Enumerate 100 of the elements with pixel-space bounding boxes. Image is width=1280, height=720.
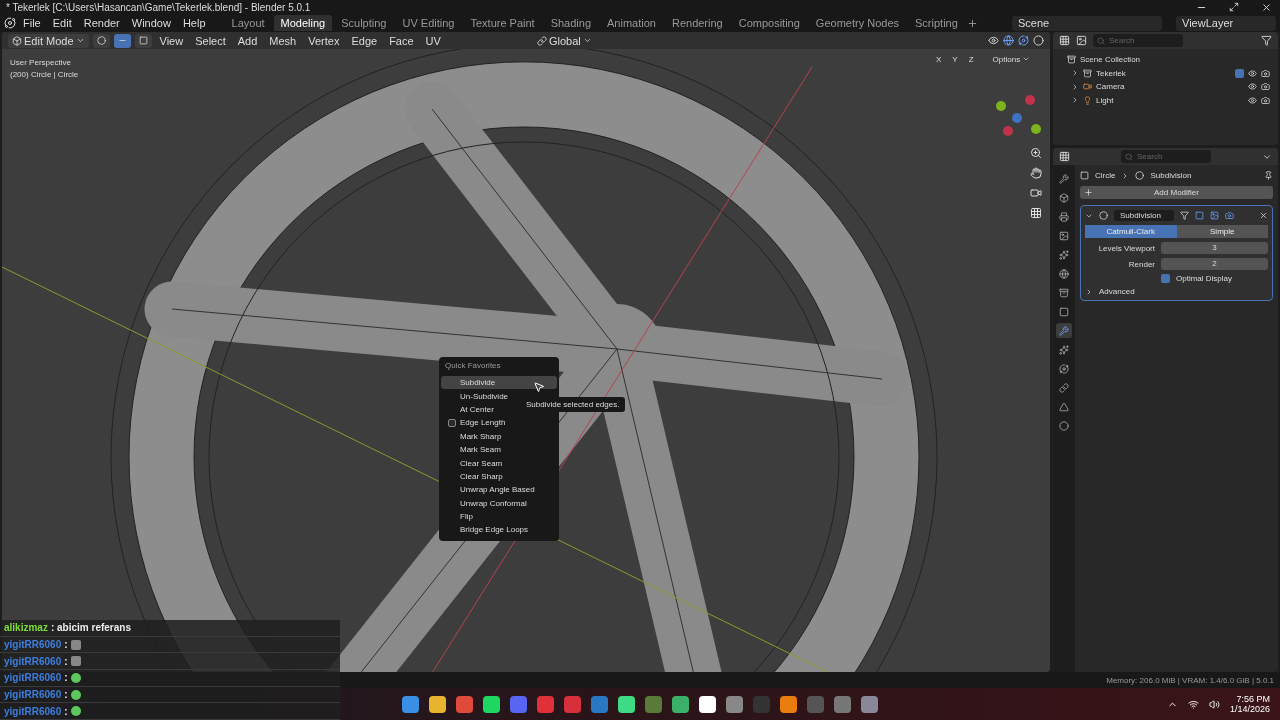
gizmo-icon[interactable] [1003,35,1014,46]
edit-mode-icon[interactable] [1180,211,1189,220]
scene-tab[interactable] [1056,247,1072,262]
menu-item[interactable]: Clear Seam [441,456,557,470]
restore-icon[interactable] [1229,1,1239,12]
menu-item[interactable]: Edge Length [441,416,557,430]
camera-icon[interactable] [1030,187,1042,199]
wrench-tab[interactable] [1056,323,1072,338]
menu-item[interactable]: Subdivide [441,376,557,390]
camera-icon[interactable] [1261,68,1270,78]
workspace-tab[interactable]: UV Editing [395,15,462,31]
breadcrumb-item[interactable]: Circle [1095,171,1116,180]
outliner-item[interactable]: Camera [1096,82,1125,92]
menu-item[interactable]: Mark Seam [441,442,557,457]
menu-item[interactable]: Mark Sharp [441,429,557,443]
printer-tab[interactable] [1056,209,1072,224]
checkbox[interactable] [1235,68,1244,78]
workspace-tab[interactable]: Layout [224,15,272,31]
camera-icon[interactable] [1261,95,1270,105]
app-icon[interactable] [672,695,689,713]
checkbox[interactable] [1161,274,1170,283]
close-icon[interactable] [1261,1,1272,13]
network-icon[interactable] [1187,698,1199,710]
camera-icon[interactable] [1261,82,1270,92]
view-layer-field[interactable]: ViewLayer [1176,15,1276,31]
app-icon[interactable] [618,695,635,713]
mode-dropdown[interactable]: Edit Mode [8,33,89,48]
sparkles-tab[interactable] [1056,342,1072,357]
outliner-item[interactable]: Tekerlek [1096,68,1126,78]
method-tab[interactable]: Catmull-Clark [1085,225,1177,238]
select-mode-button[interactable] [134,33,152,48]
header-menu[interactable]: View [155,33,188,48]
display-mode-icon[interactable] [1076,35,1087,46]
close-icon[interactable] [1259,211,1268,220]
eye-icon[interactable] [1248,68,1257,78]
workspace-tab[interactable]: Geometry Nodes [808,15,906,31]
filter-icon[interactable] [1261,35,1272,46]
pin-icon[interactable] [1264,171,1273,180]
workspace-tab[interactable]: Shading [543,15,599,31]
workspace-tab[interactable]: Scripting [908,15,965,31]
menu-item[interactable]: Unwrap Angle Based [441,483,557,497]
header-menu[interactable]: UV [421,33,445,48]
tool-tab[interactable] [1056,171,1072,186]
overlay-icon[interactable] [1018,35,1029,46]
orbit-tab[interactable] [1056,361,1072,376]
eye-icon[interactable] [1248,95,1257,105]
header-menu[interactable]: Add [233,33,262,48]
globe-tab[interactable] [1056,266,1072,281]
workspace-tab[interactable]: Modeling [273,15,333,31]
editor-type-icon[interactable] [1059,151,1070,162]
workspace-tab[interactable]: Sculpting [334,15,394,31]
header-menu[interactable]: Face [385,33,418,48]
select-mode-button[interactable] [92,33,110,48]
workspace-tab[interactable]: Compositing [731,15,807,31]
number-field[interactable]: 2 [1161,258,1268,270]
workspace-tab[interactable]: Animation [600,15,663,31]
add-icon[interactable] [966,17,978,29]
viewport-icon[interactable] [1210,211,1219,220]
shading-icon[interactable] [1033,35,1044,46]
editor-type-icon[interactable] [1059,35,1070,46]
outliner-item[interactable]: Scene Collection [1080,55,1141,65]
checkbox[interactable] [448,419,456,428]
menu-item[interactable]: Window [126,16,176,30]
eye-icon[interactable] [1248,82,1257,92]
menu-item[interactable]: Render [78,16,125,30]
scene-field[interactable]: Scene [1012,15,1162,31]
sphere-tab[interactable] [1056,418,1072,433]
breadcrumb-item[interactable]: Subdivision [1150,171,1192,180]
name-field[interactable]: Subdivision [1114,210,1174,221]
app-icon[interactable] [429,695,446,713]
select-mode-button[interactable] [113,33,131,48]
menu-item[interactable]: Edit [47,16,77,30]
app-icon[interactable] [483,695,500,713]
render-icon[interactable] [1225,211,1234,220]
volume-icon[interactable] [1208,698,1220,710]
menu-item[interactable]: Flip [441,509,557,524]
app-logo-icon[interactable] [4,17,16,29]
orientation-dropdown[interactable]: Global [532,33,596,48]
visibility-icon[interactable] [988,35,999,46]
subpanel-header[interactable]: Advanced [1099,287,1135,296]
workspace-tab[interactable]: Rendering [664,15,730,31]
menu-item[interactable]: File [18,16,46,30]
menu-item[interactable]: Help [177,16,211,30]
header-menu[interactable]: Select [191,33,230,48]
header-menu[interactable]: Vertex [304,33,344,48]
app-icon[interactable] [699,695,716,713]
hand-icon[interactable] [1030,167,1042,179]
outliner-item[interactable]: Light [1096,95,1114,105]
workspace-tab[interactable]: Texture Paint [463,15,542,31]
link-tab[interactable] [1056,380,1072,395]
grid-icon[interactable] [1030,207,1042,219]
header-menu[interactable]: Mesh [265,33,301,48]
add-modifier-button[interactable]: Add Modifier [1080,186,1273,199]
app-icon[interactable] [780,695,797,713]
zoom-icon[interactable] [1030,147,1042,159]
header-menu[interactable]: Edge [347,33,382,48]
method-tab[interactable]: Simple [1176,225,1268,238]
chevron-icon[interactable] [1085,287,1093,296]
cage-icon[interactable] [1195,211,1204,220]
menu-item[interactable]: Bridge Edge Loops [441,523,557,537]
